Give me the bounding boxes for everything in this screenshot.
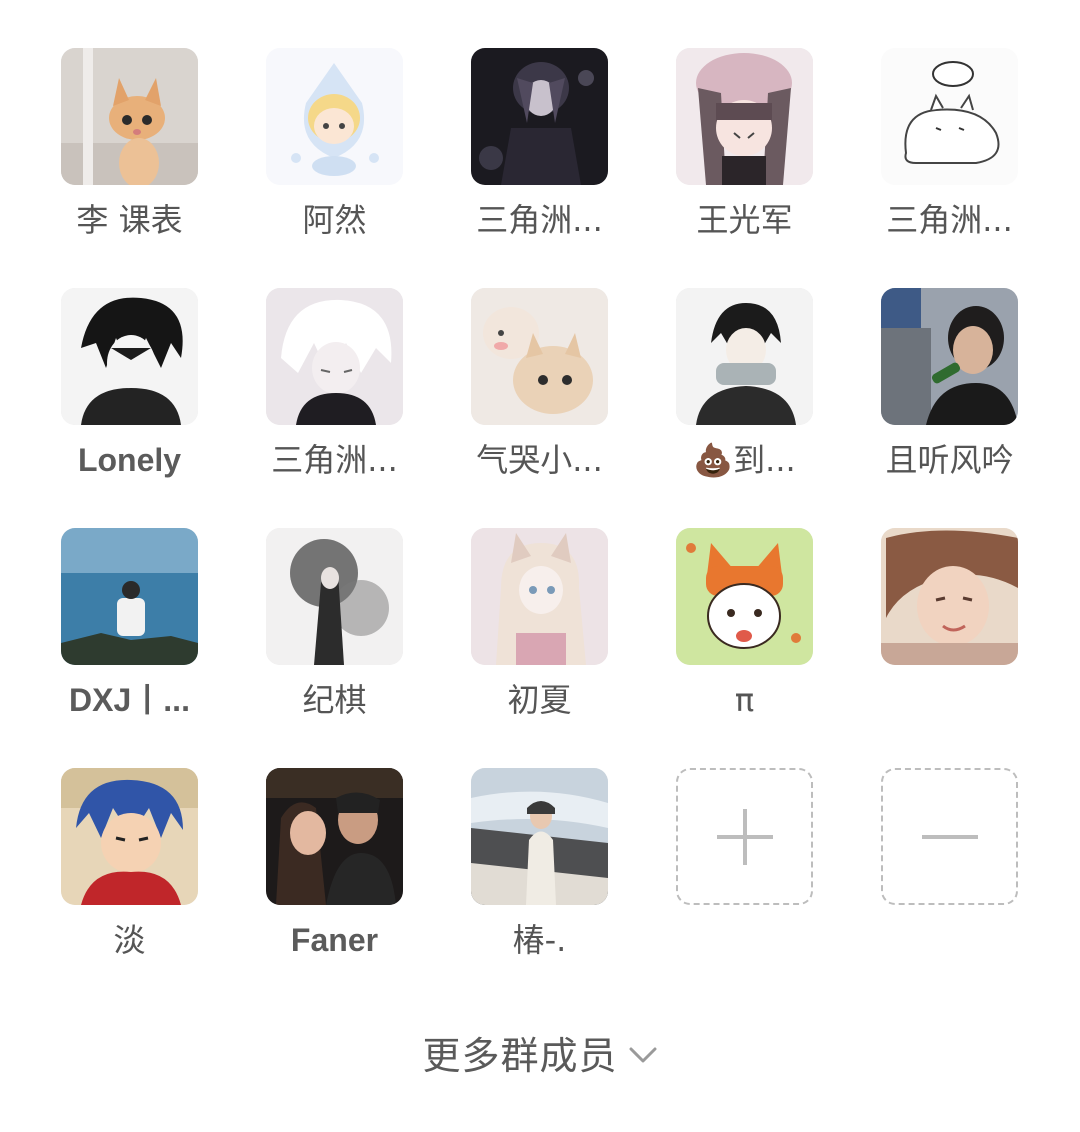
member-cell[interactable]: π: [642, 528, 847, 768]
member-cell[interactable]: 淡: [27, 768, 232, 1008]
member-name: 纪棋: [302, 681, 367, 719]
member-name: 椿-.: [512, 921, 567, 959]
plus-icon: [716, 808, 773, 865]
member-avatar[interactable]: [881, 528, 1018, 665]
more-members-button[interactable]: 更多群成员: [0, 1025, 1080, 1080]
member-name: 且听风吟: [885, 441, 1014, 479]
member-name: π: [734, 681, 755, 719]
member-cell[interactable]: Lonely: [27, 288, 232, 528]
member-cell[interactable]: 三角洲...: [437, 48, 642, 288]
member-name: 三角洲...: [886, 201, 1013, 239]
member-cell[interactable]: Faner: [232, 768, 437, 1008]
member-name: 气哭小...: [476, 441, 603, 479]
member-name: 王光军: [696, 201, 793, 239]
member-avatar[interactable]: [61, 288, 198, 425]
member-name: 三角洲...: [271, 441, 398, 479]
member-grid: 李 课表 阿然 三角洲... 王光军 三角洲... Lonely 三角洲... …: [27, 48, 1053, 1008]
member-avatar[interactable]: [266, 528, 403, 665]
member-name: 阿然: [302, 201, 367, 239]
member-cell[interactable]: 三角洲...: [232, 288, 437, 528]
member-avatar[interactable]: [676, 48, 813, 185]
member-avatar[interactable]: [61, 528, 198, 665]
member-cell[interactable]: 初夏: [437, 528, 642, 768]
member-avatar[interactable]: [266, 288, 403, 425]
member-avatar[interactable]: [266, 48, 403, 185]
add-member-button[interactable]: [676, 768, 813, 905]
member-cell[interactable]: 王光军: [642, 48, 847, 288]
minus-icon: [921, 834, 978, 839]
member-name: 初夏: [507, 681, 572, 719]
member-name: 三角洲...: [476, 201, 603, 239]
member-avatar[interactable]: [471, 768, 608, 905]
member-name: 李 课表: [76, 201, 183, 239]
member-cell[interactable]: 椿-.: [437, 768, 642, 1008]
member-avatar[interactable]: [471, 48, 608, 185]
member-cell[interactable]: 气哭小...: [437, 288, 642, 528]
member-avatar[interactable]: [61, 768, 198, 905]
member-avatar[interactable]: [471, 528, 608, 665]
member-cell[interactable]: 纪棋: [232, 528, 437, 768]
member-avatar[interactable]: [266, 768, 403, 905]
member-cell[interactable]: 三角洲...: [847, 48, 1052, 288]
add-member-cell[interactable]: [642, 768, 847, 1008]
member-avatar[interactable]: [676, 288, 813, 425]
member-avatar[interactable]: [471, 288, 608, 425]
member-cell[interactable]: 李 课表: [27, 48, 232, 288]
member-cell[interactable]: [847, 528, 1052, 768]
member-avatar[interactable]: [61, 48, 198, 185]
member-avatar[interactable]: [881, 48, 1018, 185]
member-name: 淡: [113, 921, 146, 959]
member-avatar[interactable]: [676, 528, 813, 665]
member-cell[interactable]: 阿然: [232, 48, 437, 288]
member-avatar[interactable]: [881, 288, 1018, 425]
member-name: DXJ丨...: [69, 682, 190, 718]
remove-member-cell[interactable]: [847, 768, 1052, 1008]
member-name: Faner: [290, 922, 379, 958]
member-cell[interactable]: DXJ丨...: [27, 528, 232, 768]
remove-member-button[interactable]: [881, 768, 1018, 905]
chevron-down-icon: [629, 1047, 656, 1062]
member-cell[interactable]: 💩到...: [642, 288, 847, 528]
member-cell[interactable]: 且听风吟: [847, 288, 1052, 528]
more-members-label: 更多群成员: [422, 1034, 618, 1078]
member-name: 💩到...: [693, 441, 796, 479]
member-name: Lonely: [77, 442, 182, 478]
